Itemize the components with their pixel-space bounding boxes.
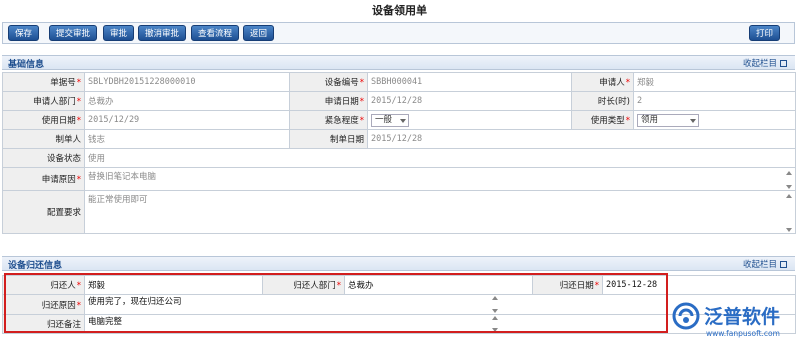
- order-no-label: 单据号*: [2, 72, 85, 92]
- return-info-header: 设备归还信息 收起栏目: [2, 256, 795, 271]
- returner-label: 归还人*: [2, 275, 85, 295]
- config-field[interactable]: 能正常使用即可: [84, 190, 796, 234]
- returner-dept-label: 归还人部门*: [262, 275, 345, 295]
- chevron-down-icon: [690, 118, 696, 123]
- reason-label: 申请原因*: [2, 167, 85, 191]
- brand-name: 泛普软件: [704, 306, 781, 328]
- config-label: 配置要求: [2, 190, 85, 234]
- dept-field[interactable]: 总裁办: [84, 91, 290, 111]
- urgency-label: 紧急程度*: [289, 110, 368, 130]
- use-date-field[interactable]: 2015/12/29: [84, 110, 290, 130]
- returner-dept-field[interactable]: 总裁办: [344, 275, 533, 295]
- status-label: 设备状态: [2, 148, 85, 168]
- fanpu-logo-icon: [672, 302, 700, 330]
- apply-date-field[interactable]: 2015/12/28: [367, 91, 572, 111]
- dept-label: 申请人部门*: [2, 91, 85, 111]
- urgency-cell: 一般: [367, 110, 572, 130]
- submit-approval-button[interactable]: 提交审批: [49, 25, 98, 41]
- scrollbar[interactable]: [491, 295, 498, 314]
- collapse-icon: [780, 60, 787, 67]
- return-info-title: 设备归还信息: [8, 261, 63, 271]
- collapse-icon: [780, 261, 787, 268]
- brand-logo: 泛普软件 www.fanpusoft.com: [660, 299, 799, 346]
- equip-no-label: 设备编号*: [289, 72, 368, 92]
- back-button[interactable]: 返回: [243, 25, 275, 41]
- applicant-label: 申请人*: [571, 72, 634, 92]
- applicant-field[interactable]: 郑毅: [633, 72, 796, 92]
- order-no-field[interactable]: SBLYDBH20151228000010: [84, 72, 290, 92]
- cancel-approval-button[interactable]: 撤消审批: [138, 25, 187, 41]
- basic-info-title: 基础信息: [8, 60, 45, 70]
- scrollbar[interactable]: [785, 193, 792, 233]
- chevron-down-icon: [400, 118, 406, 123]
- creator-field[interactable]: 钱志: [84, 129, 290, 149]
- equip-no-field[interactable]: SBBH000041: [367, 72, 572, 92]
- view-flow-button[interactable]: 查看流程: [191, 25, 240, 41]
- reason-field[interactable]: 替换旧笔记本电脑: [84, 167, 796, 191]
- basic-info-form: 单据号* SBLYDBH20151228000010 设备编号* SBBH000…: [2, 72, 796, 234]
- create-date-field[interactable]: 2015/12/28: [367, 129, 796, 149]
- print-button[interactable]: 打印: [749, 25, 781, 41]
- brand-url: www.fanpusoft.com: [706, 329, 780, 338]
- urgency-select[interactable]: 一般: [371, 113, 409, 127]
- return-note-label: 归还备注: [2, 314, 85, 334]
- basic-info-header: 基础信息 收起栏目: [2, 55, 795, 70]
- use-type-label: 使用类型*: [571, 110, 634, 130]
- duration-field[interactable]: 2: [633, 91, 796, 111]
- returner-field[interactable]: 郑毅: [84, 275, 263, 295]
- return-collapse-toggle[interactable]: 收起栏目: [743, 258, 787, 270]
- use-date-label: 使用日期*: [2, 110, 85, 130]
- toolbar: 保存 提交审批 审批 撤消审批 查看流程 返回 打印: [2, 22, 795, 44]
- scrollbar[interactable]: [785, 170, 792, 190]
- creator-label: 制单人: [2, 129, 85, 149]
- status-field[interactable]: 使用: [84, 148, 796, 168]
- scrollbar[interactable]: [491, 315, 498, 333]
- approve-button[interactable]: 审批: [103, 25, 135, 41]
- page-title: 设备领用单: [372, 4, 427, 17]
- return-date-label: 归还日期*: [532, 275, 603, 295]
- use-type-cell: 领用: [633, 110, 796, 130]
- duration-label: 时长(时): [571, 91, 634, 111]
- create-date-label: 制单日期: [289, 129, 368, 149]
- basic-collapse-toggle[interactable]: 收起栏目: [743, 57, 787, 69]
- use-type-select[interactable]: 领用: [637, 113, 699, 127]
- save-button[interactable]: 保存: [8, 25, 40, 41]
- apply-date-label: 申请日期*: [289, 91, 368, 111]
- return-date-field[interactable]: 2015-12-28: [602, 275, 796, 295]
- return-reason-label: 归还原因*: [2, 294, 85, 315]
